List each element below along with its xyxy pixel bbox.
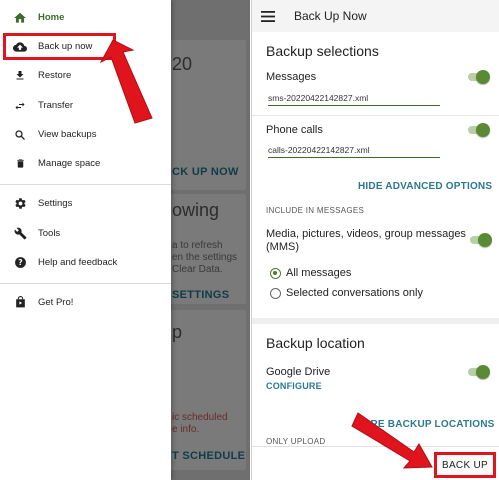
background-card-text-line: en the settings <box>172 252 238 263</box>
drawer-item-transfer[interactable]: Transfer <box>0 91 171 120</box>
drawer-divider <box>0 184 171 185</box>
navigation-drawer: Home Back up now Restore Transfer View b… <box>0 0 171 480</box>
background-settings-button: SETTINGS <box>172 289 230 301</box>
drawer-item-get-pro[interactable]: Get Pro! <box>0 288 171 317</box>
background-backup-button: CK UP NOW <box>172 166 239 178</box>
transfer-icon <box>0 100 38 112</box>
background-card-text-line: a to refresh <box>172 240 223 251</box>
drawer-item-settings[interactable]: Settings <box>0 189 171 218</box>
drawer-item-label: View backups <box>38 129 97 140</box>
media-mms-label: Media, pictures, videos, group messages … <box>266 228 466 253</box>
menu-icon[interactable] <box>252 10 284 22</box>
app-bar: Back Up Now <box>252 0 499 32</box>
left-panel: 20 CK UP NOW owing a to refresh en the s… <box>0 0 250 480</box>
drawer-item-label: Get Pro! <box>38 297 74 308</box>
backup-location-heading: Backup location <box>266 335 365 351</box>
backup-selections-heading: Backup selections <box>266 43 379 59</box>
drawer-item-label: Manage space <box>38 158 101 169</box>
selected-conversations-radio[interactable] <box>270 288 281 299</box>
only-upload-heading: ONLY UPLOAD <box>266 437 326 446</box>
drawer-item-home[interactable]: Home <box>0 3 171 32</box>
drawer-divider <box>0 283 171 284</box>
media-mms-toggle[interactable] <box>468 233 492 247</box>
background-card-red-text: e info. <box>172 424 200 435</box>
drawer-item-help[interactable]: ? Help and feedback <box>0 248 171 277</box>
all-messages-radio[interactable] <box>270 268 281 279</box>
wrench-icon <box>0 227 38 240</box>
divider <box>252 115 499 116</box>
pro-bag-icon <box>0 296 38 309</box>
page-title: Back Up Now <box>294 9 367 23</box>
svg-text:?: ? <box>18 258 22 267</box>
drawer-item-manage-space[interactable]: Manage space <box>0 149 171 178</box>
messages-toggle[interactable] <box>466 70 490 84</box>
background-card-title: p <box>172 322 183 342</box>
all-messages-label: All messages <box>286 267 352 279</box>
drawer-item-label: Transfer <box>38 100 74 111</box>
phone-calls-label: Phone calls <box>266 124 323 136</box>
google-drive-toggle[interactable] <box>466 365 490 379</box>
highlight-box <box>3 33 116 60</box>
background-card-title: owing <box>172 200 220 220</box>
download-icon <box>0 69 38 82</box>
messages-label: Messages <box>266 71 317 83</box>
more-backup-locations-link[interactable]: MORE BACKUP LOCATIONS <box>354 419 495 430</box>
drawer-item-label: Home <box>38 12 65 23</box>
drawer-item-label: Help and feedback <box>38 257 118 268</box>
gear-icon <box>0 197 38 210</box>
background-schedule-button: T SCHEDULE <box>172 450 246 462</box>
right-panel: Back Up Now Backup selections Messages s… <box>251 0 499 480</box>
configure-link[interactable]: CONFIGURE <box>266 381 322 391</box>
home-icon <box>0 11 38 25</box>
drawer-item-label: Restore <box>38 70 72 81</box>
include-in-messages-heading: INCLUDE IN MESSAGES <box>266 206 365 215</box>
selected-conversations-label: Selected conversations only <box>286 287 423 299</box>
trash-icon <box>0 157 38 170</box>
drawer-item-label: Tools <box>38 228 61 239</box>
help-icon: ? <box>0 256 38 269</box>
screenshot-root: 20 CK UP NOW owing a to refresh en the s… <box>0 0 499 480</box>
background-card-title: 20 <box>172 54 193 74</box>
search-icon <box>0 129 38 141</box>
drawer-item-label: Settings <box>38 198 73 209</box>
background-card-red-text: ic scheduled <box>172 412 228 423</box>
drawer-item-view-backups[interactable]: View backups <box>0 120 171 149</box>
background-card-text-line: Clear Data. <box>172 264 223 275</box>
drawer-item-restore[interactable]: Restore <box>0 61 171 90</box>
google-drive-label: Google Drive <box>266 366 331 378</box>
calls-filename-input[interactable]: calls-20220422142827.xml <box>268 145 440 158</box>
back-up-button[interactable]: BACK UP <box>434 452 496 478</box>
drawer-item-tools[interactable]: Tools <box>0 219 171 248</box>
section-separator <box>252 318 499 324</box>
hide-advanced-options-link[interactable]: HIDE ADVANCED OPTIONS <box>358 181 492 192</box>
messages-filename-input[interactable]: sms-20220422142827.xml <box>268 93 440 106</box>
phone-calls-toggle[interactable] <box>466 123 490 137</box>
